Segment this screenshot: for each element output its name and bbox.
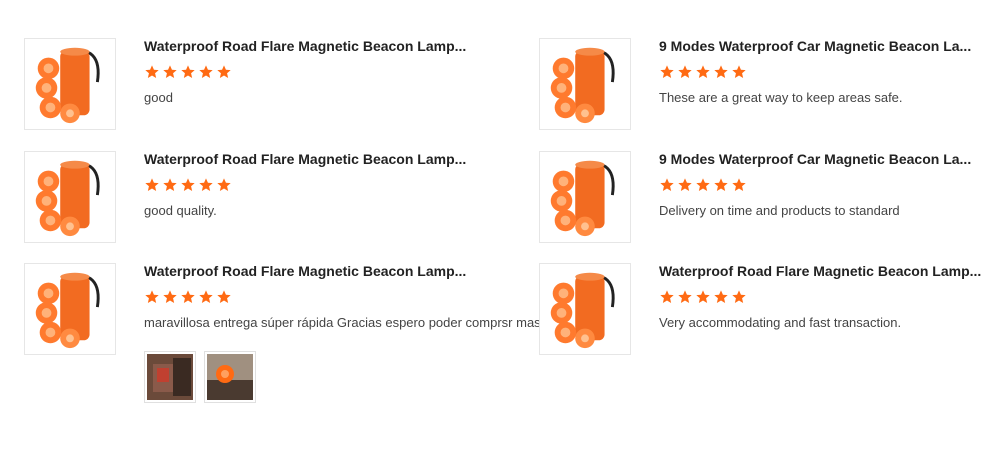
star-icon — [162, 177, 178, 193]
review-photo-2[interactable] — [204, 351, 256, 403]
star-icon — [180, 289, 196, 305]
star-rating — [144, 289, 232, 305]
product-title-link[interactable]: 9 Modes Waterproof Car Magnetic Beacon L… — [659, 38, 989, 54]
star-icon — [144, 289, 160, 305]
review-photos — [144, 351, 256, 403]
star-icon — [713, 64, 729, 80]
star-icon — [180, 177, 196, 193]
review-text: good — [144, 90, 173, 105]
star-icon — [162, 289, 178, 305]
star-icon — [677, 64, 693, 80]
star-icon — [144, 177, 160, 193]
review-photo-1[interactable] — [144, 351, 196, 403]
product-title-link[interactable]: Waterproof Road Flare Magnetic Beacon La… — [144, 263, 474, 279]
product-title-link[interactable]: Waterproof Road Flare Magnetic Beacon La… — [659, 263, 989, 279]
star-rating — [144, 64, 232, 80]
star-icon — [198, 177, 214, 193]
star-icon — [180, 64, 196, 80]
star-icon — [216, 177, 232, 193]
star-icon — [695, 289, 711, 305]
star-icon — [731, 289, 747, 305]
review-text: Very accommodating and fast transaction. — [659, 315, 902, 330]
star-icon — [659, 177, 675, 193]
star-icon — [695, 64, 711, 80]
star-icon — [162, 64, 178, 80]
star-icon — [677, 177, 693, 193]
star-icon — [677, 289, 693, 305]
star-icon — [198, 64, 214, 80]
star-icon — [731, 177, 747, 193]
star-icon — [713, 177, 729, 193]
star-icon — [695, 177, 711, 193]
star-icon — [659, 64, 675, 80]
product-thumbnail[interactable] — [539, 151, 631, 243]
star-icon — [731, 64, 747, 80]
star-icon — [713, 289, 729, 305]
star-icon — [216, 64, 232, 80]
review-text: maravillosa entrega súper rápida Gracias… — [144, 315, 541, 330]
product-title-link[interactable]: Waterproof Road Flare Magnetic Beacon La… — [144, 38, 474, 54]
review-text: Delivery on time and products to standar… — [659, 203, 900, 218]
star-icon — [198, 289, 214, 305]
star-icon — [659, 289, 675, 305]
star-icon — [144, 64, 160, 80]
review-text: These are a great way to keep areas safe… — [659, 90, 903, 105]
star-rating — [659, 289, 747, 305]
star-icon — [216, 289, 232, 305]
star-rating — [659, 64, 747, 80]
product-thumbnail[interactable] — [539, 38, 631, 130]
product-thumbnail[interactable] — [24, 151, 116, 243]
star-rating — [144, 177, 232, 193]
product-title-link[interactable]: 9 Modes Waterproof Car Magnetic Beacon L… — [659, 151, 989, 167]
star-rating — [659, 177, 747, 193]
review-text: good quality. — [144, 203, 217, 218]
product-thumbnail[interactable] — [24, 263, 116, 355]
product-thumbnail[interactable] — [24, 38, 116, 130]
product-title-link[interactable]: Waterproof Road Flare Magnetic Beacon La… — [144, 151, 474, 167]
product-thumbnail[interactable] — [539, 263, 631, 355]
